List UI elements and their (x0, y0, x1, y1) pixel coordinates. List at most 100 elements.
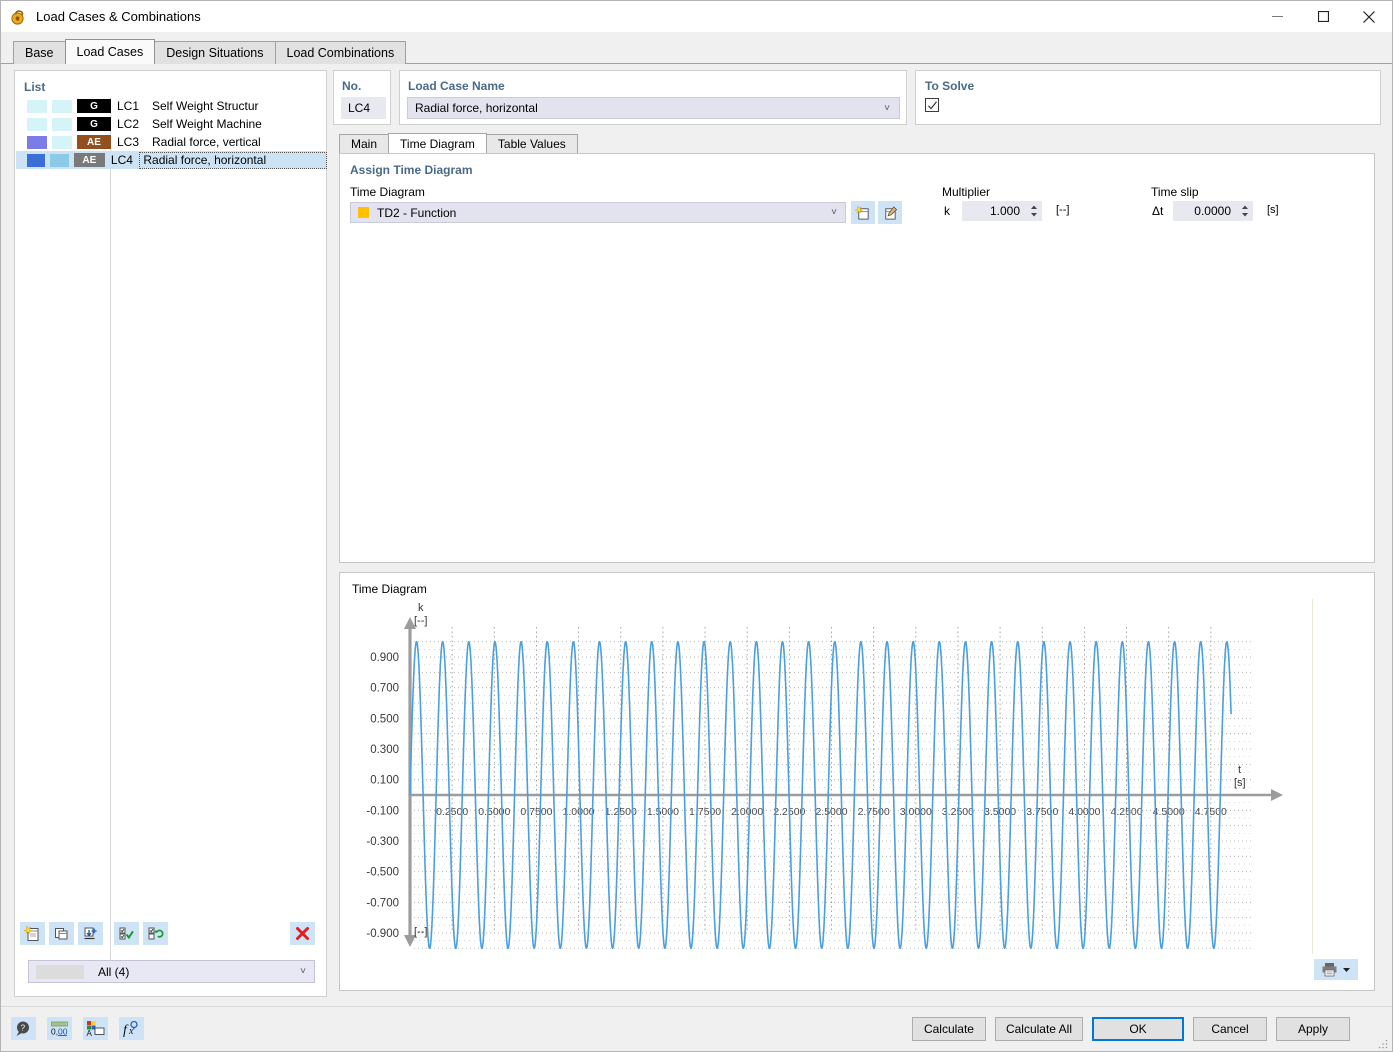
tab-label: Time Diagram (400, 137, 475, 151)
no-field[interactable]: LC4 (341, 97, 386, 119)
load-case-name-label: Load Case Name (408, 79, 505, 93)
svg-text:0.7500: 0.7500 (520, 806, 552, 818)
tab-load-combinations[interactable]: Load Combinations (275, 41, 407, 64)
svg-text:[s]: [s] (1234, 777, 1246, 789)
minimize-button[interactable] (1254, 1, 1300, 32)
svg-text:4.7500: 4.7500 (1195, 806, 1227, 818)
to-solve-checkbox[interactable] (925, 98, 939, 112)
window-title: Load Cases & Combinations (36, 9, 201, 24)
refresh-selection-icon[interactable] (143, 922, 168, 945)
calculate-button[interactable]: Calculate (912, 1017, 986, 1041)
main-tab-bar: Base Load Cases Design Situations Load C… (1, 32, 1392, 64)
row-color-swatch-secondary (52, 100, 72, 113)
row-name: Self Weight Machine (148, 117, 262, 131)
time-diagram-color-swatch (358, 207, 369, 218)
no-label: No. (342, 79, 361, 93)
svg-text:1.5000: 1.5000 (647, 806, 679, 818)
multiplier-symbol: k (944, 204, 950, 218)
row-name: Radial force, vertical (148, 135, 261, 149)
row-number: LC4 (111, 153, 139, 167)
row-color-swatch-secondary (52, 136, 72, 149)
time-slip-symbol: Δt (1152, 204, 1163, 218)
row-color-swatch-primary (27, 136, 47, 149)
new-document-icon[interactable] (20, 922, 45, 945)
multiplier-unit: [--] (1056, 204, 1069, 216)
tab-table-values[interactable]: Table Values (486, 134, 578, 153)
new-time-diagram-icon[interactable] (851, 201, 875, 224)
row-category-badge: G (77, 99, 111, 113)
filter-label: All (4) (98, 965, 129, 979)
time-diagram-label: Time Diagram (350, 185, 425, 199)
svg-text:-0.700: -0.700 (366, 897, 399, 909)
svg-text:4.5000: 4.5000 (1153, 806, 1185, 818)
tab-time-diagram[interactable]: Time Diagram (388, 133, 487, 153)
delete-x-icon[interactable] (290, 922, 315, 945)
ok-button[interactable]: OK (1092, 1017, 1184, 1041)
filter-color-swatch (36, 965, 84, 979)
row-name: Self Weight Structur (148, 99, 259, 113)
row-category-badge: AE (77, 135, 111, 149)
svg-text:k: k (418, 602, 424, 614)
tab-load-cases[interactable]: Load Cases (65, 39, 156, 64)
help-magnifier-icon[interactable]: ? (11, 1017, 36, 1040)
load-case-name-group: Load Case Name Radial force, horizontal … (399, 70, 907, 125)
tab-label: Load Combinations (287, 46, 395, 60)
calculate-all-button[interactable]: Calculate All (995, 1017, 1083, 1041)
cancel-button[interactable]: Cancel (1193, 1017, 1267, 1041)
table-row-selected[interactable]: AE LC4 Radial force, horizontal (16, 151, 327, 169)
tab-label: Main (351, 137, 377, 151)
time-diagram-value: TD2 - Function (377, 206, 456, 220)
load-case-list: G LC1 Self Weight Structur G LC2 Self We… (16, 97, 327, 957)
svg-text:00: 00 (58, 1027, 68, 1037)
svg-text:0.100: 0.100 (370, 775, 399, 787)
check-all-icon[interactable] (114, 922, 139, 945)
svg-text:[--]: [--] (414, 926, 427, 938)
details-area: No. LC4 Load Case Name Radial force, hor… (333, 70, 1381, 997)
svg-text:0.500: 0.500 (370, 713, 399, 725)
row-color-swatch-secondary (50, 154, 68, 167)
print-button[interactable] (1314, 959, 1358, 980)
row-number: LC3 (117, 135, 148, 149)
multiplier-label: Multiplier (942, 185, 990, 199)
import-icon[interactable] (78, 922, 103, 945)
row-color-swatch-primary (27, 154, 45, 167)
tab-design-situations[interactable]: Design Situations (154, 41, 275, 64)
to-solve-group: To Solve (915, 70, 1381, 125)
tab-label: Table Values (498, 137, 566, 151)
load-case-name-input[interactable]: Radial force, horizontal ˅ (407, 97, 900, 119)
table-row[interactable]: AE LC3 Radial force, vertical (16, 133, 327, 151)
list-header-label: List (24, 80, 45, 94)
chart-plot[interactable]: 0.9000.7000.5000.3000.100-0.100-0.300-0.… (348, 599, 1313, 954)
resize-grip[interactable] (1378, 1038, 1388, 1048)
list-filter-dropdown[interactable]: All (4) ˅ (28, 960, 315, 983)
tab-base[interactable]: Base (13, 41, 66, 64)
table-row[interactable]: G LC2 Self Weight Machine (16, 115, 327, 133)
tab-main[interactable]: Main (339, 134, 389, 153)
title-bar: 6 Load Cases & Combinations (1, 1, 1392, 32)
svg-text:0.700: 0.700 (370, 683, 399, 695)
apply-button[interactable]: Apply (1276, 1017, 1350, 1041)
maximize-button[interactable] (1300, 1, 1346, 32)
multiplier-stepper[interactable] (1029, 202, 1039, 220)
time-diagram-dropdown[interactable]: TD2 - Function ˅ (350, 202, 846, 223)
svg-text:A: A (87, 1029, 93, 1037)
display-properties-icon[interactable]: A (83, 1017, 108, 1040)
time-slip-unit: [s] (1267, 204, 1279, 216)
row-number: LC2 (117, 117, 148, 131)
edit-time-diagram-icon[interactable] (878, 201, 902, 224)
table-row[interactable]: G LC1 Self Weight Structur (16, 97, 327, 115)
svg-text:4.0000: 4.0000 (1068, 806, 1100, 818)
copy-icon[interactable] (49, 922, 74, 945)
close-button[interactable] (1346, 1, 1392, 32)
row-number: LC1 (117, 99, 148, 113)
time-slip-stepper[interactable] (1240, 202, 1250, 220)
svg-text:?: ? (20, 1023, 25, 1032)
decimal-places-icon[interactable]: 0, 00 (47, 1017, 72, 1040)
svg-text:2.7500: 2.7500 (858, 806, 890, 818)
svg-text:3.7500: 3.7500 (1026, 806, 1058, 818)
function-parameters-icon[interactable]: f x (119, 1017, 144, 1040)
assign-panel-title: Assign Time Diagram (350, 163, 472, 177)
dialog-footer: ? 0, 00 A (1, 1006, 1392, 1051)
svg-text:[--]: [--] (414, 615, 427, 627)
tab-label: Load Cases (77, 45, 144, 59)
